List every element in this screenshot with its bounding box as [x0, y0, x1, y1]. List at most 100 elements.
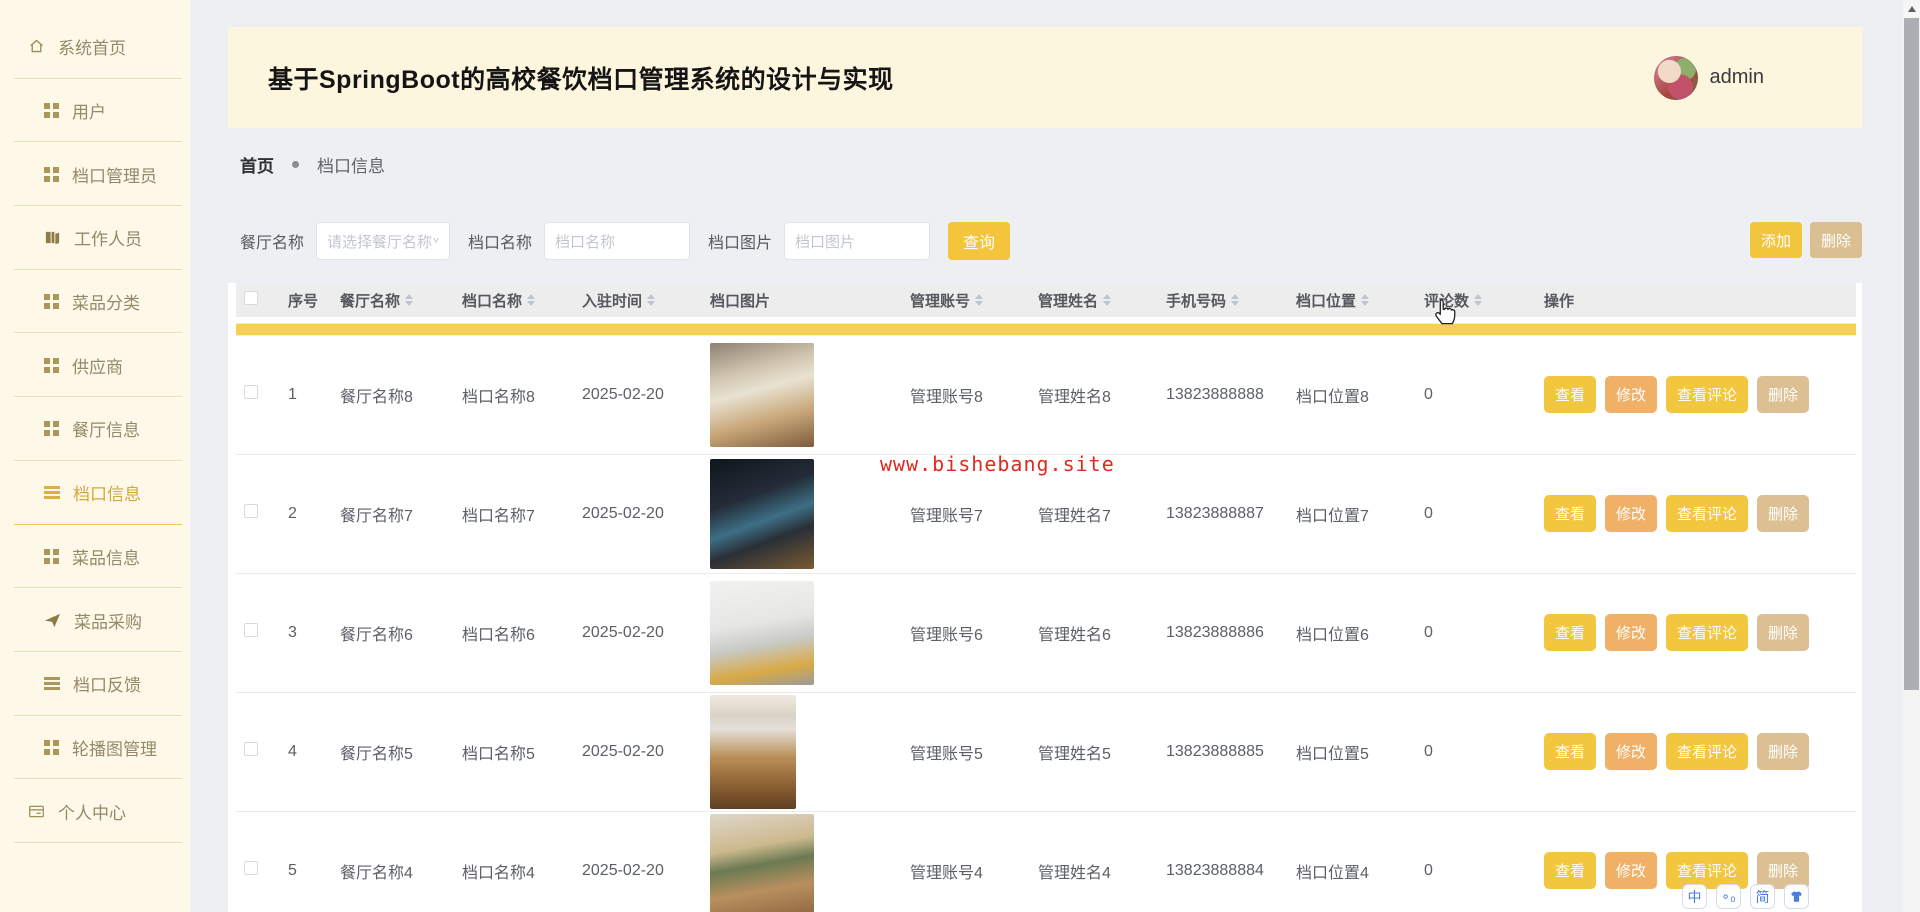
sidebar-item-restaurant-info[interactable]: 餐厅信息: [0, 397, 190, 461]
stall-photo[interactable]: [710, 459, 814, 569]
sort-icon[interactable]: [1474, 294, 1482, 306]
edit-button[interactable]: 修改: [1605, 614, 1657, 651]
breadcrumb-home[interactable]: 首页: [240, 152, 274, 177]
cell-no: 1: [280, 335, 332, 454]
sort-icon[interactable]: [647, 294, 655, 306]
edit-button[interactable]: 修改: [1605, 376, 1657, 413]
breadcrumb-current: 档口信息: [317, 152, 385, 177]
cell-comments: 0: [1416, 692, 1536, 811]
edit-button[interactable]: 修改: [1605, 495, 1657, 532]
stall-photo[interactable]: [710, 814, 814, 912]
cell-location: 档口位置5: [1288, 692, 1416, 811]
sidebar-item-dish-purchase[interactable]: 菜品采购: [0, 588, 190, 652]
query-button[interactable]: 查询: [948, 222, 1010, 260]
cell-account: 管理账号4: [902, 811, 1030, 912]
grid-icon: [44, 358, 59, 373]
cell-stall: 档口名称8: [454, 335, 574, 454]
view-comments-button[interactable]: 查看评论: [1666, 614, 1748, 651]
view-button[interactable]: 查看: [1544, 614, 1596, 651]
add-button[interactable]: 添加: [1750, 222, 1802, 258]
stall-photo[interactable]: [710, 695, 796, 809]
sidebar-item-dish-info[interactable]: 菜品信息: [0, 525, 190, 589]
sidebar-item-stall-info[interactable]: 档口信息: [0, 461, 190, 525]
row-checkbox[interactable]: [244, 861, 258, 875]
stall-photo[interactable]: [710, 581, 814, 685]
edit-button[interactable]: 修改: [1605, 852, 1657, 889]
sort-icon[interactable]: [405, 294, 413, 306]
sort-icon[interactable]: [1103, 294, 1111, 306]
sidebar-item-carousel-mgmt[interactable]: 轮播图管理: [0, 716, 190, 780]
restaurant-name-select[interactable]: 请选择餐厅名称 ˅: [316, 222, 450, 260]
home-icon: [28, 38, 45, 55]
col-header-date[interactable]: 入驻时间: [574, 283, 702, 317]
sort-icon[interactable]: [527, 294, 535, 306]
col-header-restaurant[interactable]: 餐厅名称: [332, 283, 454, 317]
avatar[interactable]: [1654, 56, 1698, 100]
breadcrumb: 首页 档口信息: [240, 152, 385, 177]
breadcrumb-separator-dot: [292, 161, 299, 168]
cell-date: 2025-02-20: [574, 573, 702, 692]
translate-zh-button[interactable]: 中: [1682, 884, 1707, 909]
col-header-location[interactable]: 档口位置: [1288, 283, 1416, 317]
sidebar-item-supplier[interactable]: 供应商: [0, 333, 190, 397]
row-delete-button[interactable]: 删除: [1757, 376, 1809, 413]
sidebar-item-staff[interactable]: 工作人员: [0, 206, 190, 270]
cell-restaurant: 餐厅名称7: [332, 454, 454, 573]
sort-icon[interactable]: [1361, 294, 1369, 306]
view-comments-button[interactable]: 查看评论: [1666, 376, 1748, 413]
site-watermark: www.bishebang.site: [880, 452, 1115, 476]
sort-icon[interactable]: [1231, 294, 1239, 306]
view-button[interactable]: 查看: [1544, 495, 1596, 532]
sidebar-item-stall-feedback[interactable]: 档口反馈: [0, 652, 190, 716]
chevron-down-icon: ˅: [433, 236, 439, 246]
translate-dots-button[interactable]: ∘₀: [1716, 884, 1741, 909]
grid-icon: [44, 740, 59, 755]
select-all-checkbox[interactable]: [244, 291, 258, 305]
col-header-actions: 操作: [1536, 283, 1856, 317]
row-delete-button[interactable]: 删除: [1757, 614, 1809, 651]
sidebar-item-label: 档口信息: [73, 480, 141, 505]
row-delete-button[interactable]: 删除: [1757, 495, 1809, 532]
cell-restaurant: 餐厅名称6: [332, 573, 454, 692]
view-comments-button[interactable]: 查看评论: [1666, 733, 1748, 770]
sidebar-item-label: 系统首页: [58, 34, 126, 59]
scroll-up-button[interactable]: [1903, 0, 1920, 18]
sidebar-item-stall-admin[interactable]: 档口管理员: [0, 142, 190, 206]
row-checkbox[interactable]: [244, 504, 258, 518]
sidebar-item-users[interactable]: 用户: [0, 79, 190, 143]
stall-photo[interactable]: [710, 343, 814, 447]
cell-stall: 档口名称5: [454, 692, 574, 811]
delete-button[interactable]: 删除: [1810, 222, 1862, 258]
row-delete-button[interactable]: 删除: [1757, 733, 1809, 770]
cell-location: 档口位置7: [1288, 454, 1416, 573]
sidebar-item-label: 档口反馈: [73, 671, 141, 696]
col-header-account[interactable]: 管理账号: [902, 283, 1030, 317]
row-checkbox[interactable]: [244, 742, 258, 756]
stall-name-input[interactable]: 档口名称: [544, 222, 690, 260]
row-checkbox[interactable]: [244, 623, 258, 637]
view-button[interactable]: 查看: [1544, 376, 1596, 413]
cell-date: 2025-02-20: [574, 335, 702, 454]
edit-button[interactable]: 修改: [1605, 733, 1657, 770]
vertical-scrollbar[interactable]: [1903, 0, 1920, 912]
col-header-phone[interactable]: 手机号码: [1158, 283, 1288, 317]
scrollbar-thumb[interactable]: [1904, 18, 1919, 690]
sidebar-item-personal-center[interactable]: 个人中心: [0, 779, 190, 843]
sort-icon[interactable]: [975, 294, 983, 306]
sidebar-item-dish-category[interactable]: 菜品分类: [0, 270, 190, 334]
stall-image-input[interactable]: 档口图片: [784, 222, 930, 260]
translate-simplified-button[interactable]: 简: [1750, 884, 1775, 909]
col-header-name[interactable]: 管理姓名: [1030, 283, 1158, 317]
grid-icon: [44, 294, 59, 309]
filter-bar: 餐厅名称 请选择餐厅名称 ˅ 档口名称 档口名称 档口图片 档口图片 查询: [240, 222, 1010, 260]
view-comments-button[interactable]: 查看评论: [1666, 495, 1748, 532]
view-button[interactable]: 查看: [1544, 733, 1596, 770]
col-header-stall[interactable]: 档口名称: [454, 283, 574, 317]
stall-image-placeholder: 档口图片: [795, 231, 855, 252]
shirt-icon[interactable]: [1784, 884, 1809, 909]
view-button[interactable]: 查看: [1544, 852, 1596, 889]
sidebar-item-system-home[interactable]: 系统首页: [0, 15, 190, 79]
user-box[interactable]: admin: [1654, 56, 1764, 100]
row-checkbox[interactable]: [244, 385, 258, 399]
grid-icon: [44, 421, 59, 436]
